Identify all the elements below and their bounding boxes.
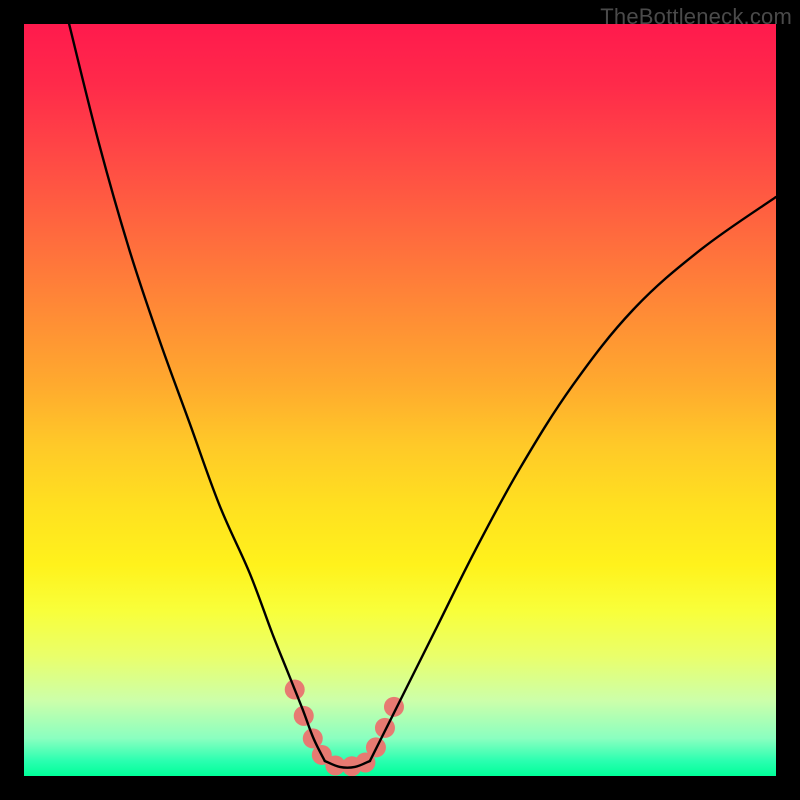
watermark-text: TheBottleneck.com xyxy=(600,4,792,30)
chart-area xyxy=(24,24,776,776)
chart-marker-dot xyxy=(375,718,395,738)
chart-svg xyxy=(24,24,776,776)
chart-series-right-curve xyxy=(370,197,776,761)
chart-marker-dot xyxy=(294,706,314,726)
chart-series-left-curve xyxy=(69,24,325,761)
